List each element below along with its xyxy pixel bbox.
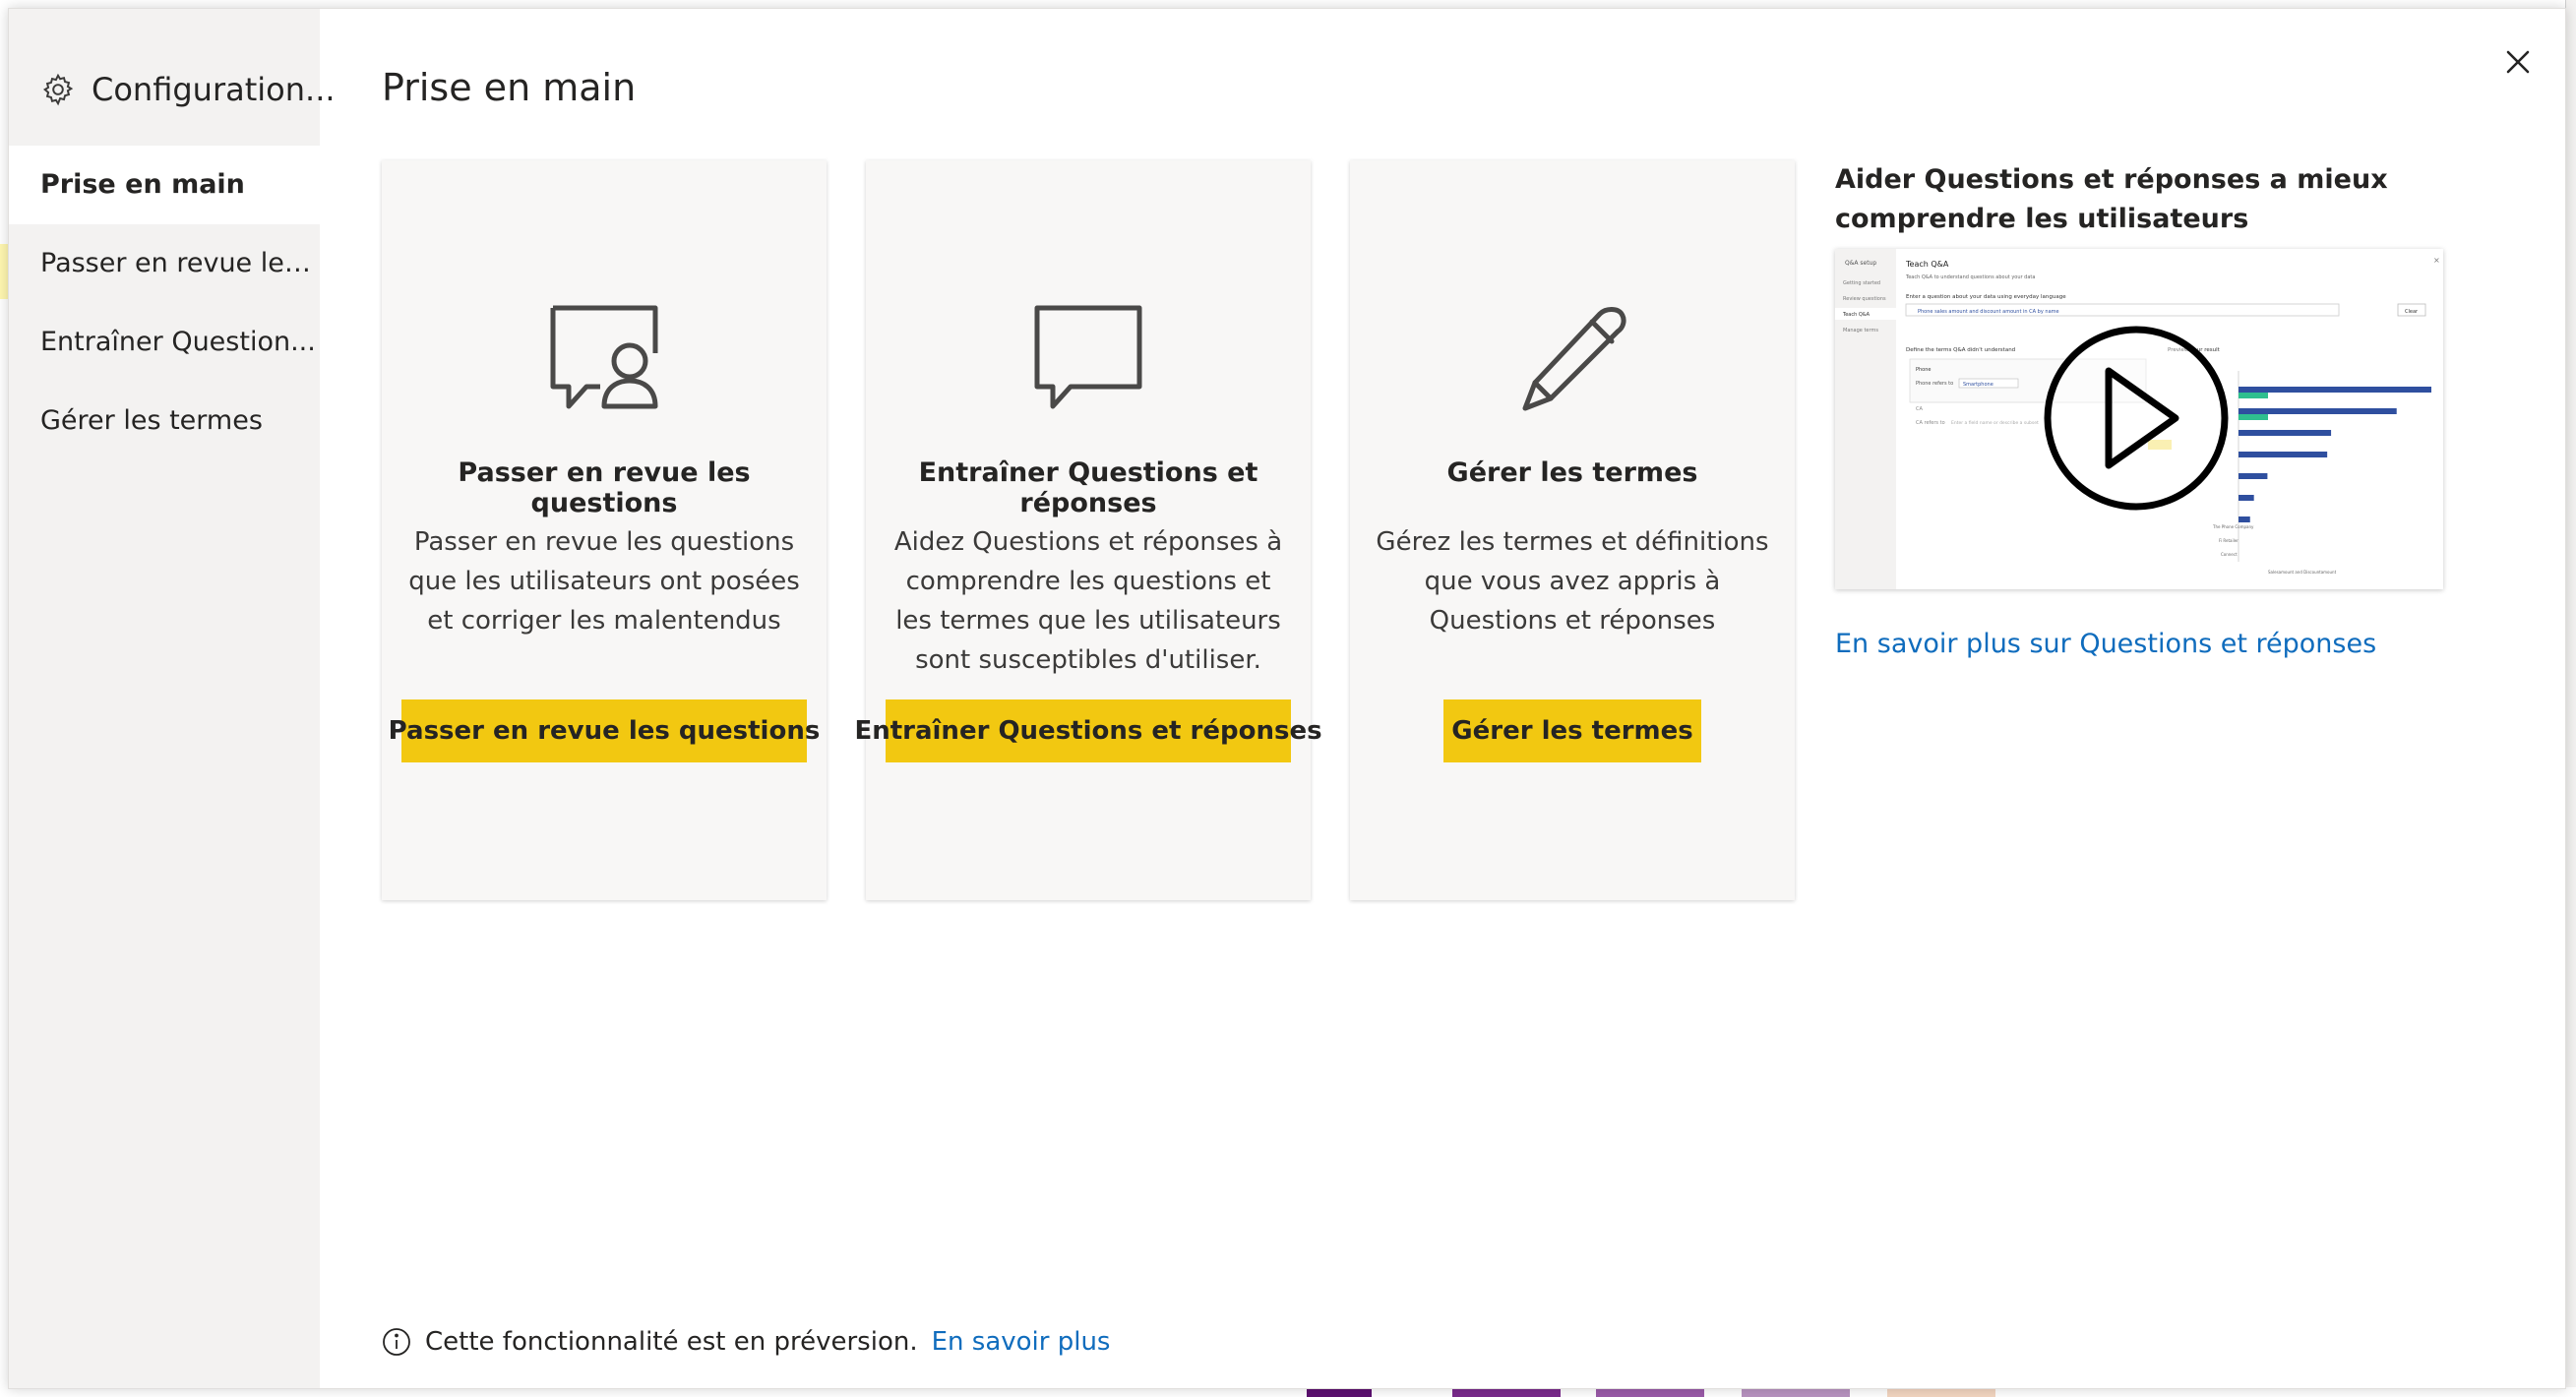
sidebar-item-entrainer[interactable]: Entraîner Question... [9,303,320,382]
thumb-bar [2239,452,2328,457]
thumb-term: Phone [1916,367,1932,373]
thumb-subheading: Teach Q&A to understand questions about … [1905,274,2035,280]
thumb-bar-label: Fi Retailer [2219,538,2239,543]
card-description: Gérez les termes et définitions que vous… [1376,527,1769,636]
thumb-query: Phone sales amount and discount amount i… [1918,309,2059,315]
thumb-bar-secondary [2239,414,2268,420]
preview-notice: Cette fonctionnalité est en préversion. … [382,1327,1110,1357]
thumb-ca-placeholder: Enter a field name or describe a subset [1951,420,2039,426]
play-icon[interactable] [2044,326,2229,511]
thumb-clear: Clear [2405,309,2419,315]
gear-icon [43,73,74,106]
info-icon [383,1328,410,1356]
card-train-qna: Entraîner Questions et réponses Aidez Qu… [854,160,1322,900]
pencil-icon [1522,307,1626,411]
thumb-bar-secondary [2239,393,2268,398]
background-app-right-edge [2565,0,2576,1397]
thumb-sidebar-item: Teach Q&A [1842,312,1871,318]
manage-terms-button[interactable]: Gérer les termes [1443,699,1701,762]
video-thumbnail[interactable]: Q&A setup Getting started Review questio… [1835,249,2443,589]
close-icon [2506,50,2530,74]
video-preview-image: Q&A setup Getting started Review questio… [1835,249,2440,589]
thumb-sidebar-item: Manage terms [1843,328,1878,334]
sidebar-header: Configuration... [40,64,336,115]
thumb-bar [2239,495,2254,501]
thumb-bar [2239,516,2250,522]
sidebar-title: Configuration... [92,71,336,108]
chat-bubble-icon [1034,305,1142,409]
sidebar-item-prise-en-main[interactable]: Prise en main [9,146,320,224]
card-description: Aidez Questions et réponses à comprendre… [893,527,1283,675]
chat-person-icon [550,305,658,409]
train-qna-button[interactable]: Entraîner Questions et réponses [854,699,1322,762]
thumb-heading: Teach Q&A [1905,260,1949,269]
background-app-left-edge [0,0,8,1397]
learn-more-link[interactable]: En savoir plus [932,1327,1111,1357]
thumb-bar [2239,430,2332,436]
thumb-bar-chart [2239,387,2431,522]
card-manage-terms: Gérer les termes Gérez les termes et déf… [1350,160,1795,900]
thumb-bar [2239,473,2268,479]
page-title: Prise en main [382,66,637,109]
thumb-refers: Phone refers to [1916,381,1953,387]
background-app-highlight [0,244,8,299]
thumb-ca: CA [1916,406,1923,412]
thumb-section2: Define the terms Q&A didn't understand [1906,347,2015,353]
thumb-close-icon: × [2433,256,2440,265]
card-title: Passer en revue les questions [458,457,751,518]
thumb-bar [2239,387,2431,393]
preview-notice-text: Cette fonctionnalité est en préversion. [425,1327,918,1357]
qna-setup-dialog: Configuration... Prise en main Passer en… [8,8,2566,1389]
thumb-sidebar-title: Q&A setup [1845,260,1876,267]
close-button[interactable] [2496,40,2540,84]
learn-more-qna-link[interactable]: En savoir plus sur Questions et réponses [1835,629,2376,659]
card-review-questions: Passer en revue les questions Passer en … [382,160,827,900]
thumb-refers-value: Smartphone [1963,382,1993,388]
review-questions-button[interactable]: Passer en revue les questions [389,699,820,762]
card-description: Passer en revue les questions que les ut… [408,527,800,636]
sidebar-item-passer-en-revue[interactable]: Passer en revue les... [9,224,320,303]
sidebar: Configuration... Prise en main Passer en… [9,9,336,1388]
card-title: Entraîner Questions et réponses [918,457,1258,518]
thumb-chart-footer: Salesamount and Discountamount [2268,570,2337,575]
thumb-bar-label: Connect [2221,552,2238,557]
thumb-sidebar-item: Review questions [1843,296,1886,302]
thumb-section1: Enter a question about your data using e… [1906,294,2066,300]
sidebar-item-gerer-termes[interactable]: Gérer les termes [9,382,320,460]
thumb-ca-refers: CA refers to [1916,420,1945,426]
thumb-bar [2239,408,2397,414]
thumb-sidebar-item: Getting started [1843,280,1880,286]
thumb-bar-label: The Phone Company [2212,524,2254,529]
card-title: Gérer les termes [1446,457,1698,488]
video-title: Aider Questions et réponses a mieux comp… [1835,164,2388,234]
